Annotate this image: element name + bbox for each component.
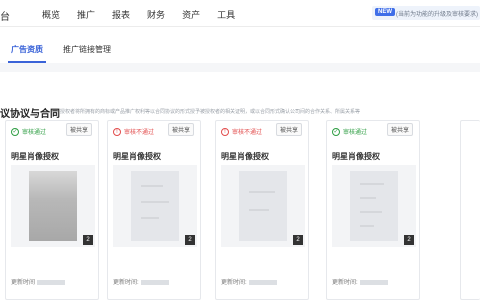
tab-bar: 广告资质 推广链接管理 <box>0 27 480 63</box>
card-title: 明星肖像授权 <box>221 152 269 161</box>
document-image <box>29 171 77 241</box>
image-count: 2 <box>185 235 195 245</box>
error-circle-icon: ! <box>221 127 229 136</box>
nav-item-finance[interactable]: 财务 <box>147 8 165 21</box>
status-badge: ✓ 审核通过 <box>11 127 46 136</box>
tab-promo-link-management[interactable]: 推广链接管理 <box>63 44 111 55</box>
update-time: 更新时间: <box>332 277 388 286</box>
redacted-time <box>248 279 277 285</box>
tab-ad-qualification[interactable]: 广告资质 <box>8 44 46 63</box>
card-thumbnail[interactable]: 2 <box>221 165 305 247</box>
status-badge: ! 审核不通过 <box>113 127 154 136</box>
status-badge: ! 审核不通过 <box>221 127 262 136</box>
brand-title[interactable]: 台 <box>0 8 10 23</box>
document-image <box>350 171 398 241</box>
new-badge: NEW <box>375 8 395 16</box>
shared-tag: 被共享 <box>65 123 92 136</box>
main-nav: 概览 推广 报表 财务 资产 工具 <box>42 8 252 21</box>
status-label: 审核不通过 <box>124 130 155 136</box>
error-circle-icon: ! <box>113 127 121 136</box>
update-time: 更新时间: <box>221 277 277 286</box>
shared-tag: 被共享 <box>275 123 302 136</box>
nav-item-assets[interactable]: 资产 <box>182 8 200 21</box>
section-title: 议协议与合同 <box>0 109 60 120</box>
card-title: 明星肖像授权 <box>113 152 161 161</box>
image-count: 2 <box>83 235 93 245</box>
nav-item-promotion[interactable]: 推广 <box>77 8 95 21</box>
document-image <box>131 171 179 241</box>
shared-tag: 被共享 <box>386 123 413 136</box>
section-description: 授权者将所拥有的商标或产品推广权利等以合同协议的形式授予被授权者的相关证明，或以… <box>60 109 361 115</box>
check-circle-icon: ✓ <box>332 127 340 136</box>
image-count: 2 <box>404 235 414 245</box>
redacted-time <box>37 279 66 285</box>
shared-tag: 被共享 <box>167 123 194 136</box>
qualification-card[interactable]: ! 审核不通过 被共享 明星肖像授权 2 更新时间: <box>215 120 309 300</box>
qualification-card[interactable]: ✓ 审核通过 被共享 明星肖像授权 2 更新时间: <box>326 120 420 300</box>
card-thumbnail[interactable]: 2 <box>11 165 95 247</box>
status-badge: ✓ 审核通过 <box>332 127 367 136</box>
redacted-time <box>359 279 388 285</box>
nav-item-tools[interactable]: 工具 <box>217 8 235 21</box>
status-label: 审核不通过 <box>232 130 263 136</box>
nav-item-overview[interactable]: 概览 <box>42 8 60 21</box>
card-thumbnail[interactable]: 2 <box>332 165 416 247</box>
notice-banner[interactable]: NEW (当前为功能的升级及审核要求) <box>372 6 480 20</box>
notice-text: (当前为功能的升级及审核要求) <box>396 12 478 18</box>
image-count: 2 <box>293 235 303 245</box>
document-image <box>239 171 287 241</box>
card-title: 明星肖像授权 <box>332 152 380 161</box>
update-time: 更新时间: <box>113 277 169 286</box>
qualification-card[interactable]: ✓ 审核通过 被共享 明星肖像授权 2 更新时间 <box>5 120 99 300</box>
check-circle-icon: ✓ <box>11 127 19 136</box>
status-label: 审核通过 <box>22 130 47 136</box>
card-title: 明星肖像授权 <box>11 152 59 161</box>
nav-item-reports[interactable]: 报表 <box>112 8 130 21</box>
qualification-card-partial[interactable] <box>460 120 480 300</box>
status-label: 审核通过 <box>343 130 368 136</box>
main-content: 议协议与合同 授权者将所拥有的商标或产品推广权利等以合同协议的形式授予被授权者的… <box>0 72 480 300</box>
qualification-card[interactable]: ! 审核不通过 被共享 明星肖像授权 2 更新时间: <box>107 120 201 300</box>
update-time: 更新时间 <box>11 277 66 286</box>
redacted-time <box>140 279 169 285</box>
top-nav-bar: 台 概览 推广 报表 财务 资产 工具 NEW (当前为功能的升级及审核要求) <box>0 0 480 27</box>
card-thumbnail[interactable]: 2 <box>113 165 197 247</box>
